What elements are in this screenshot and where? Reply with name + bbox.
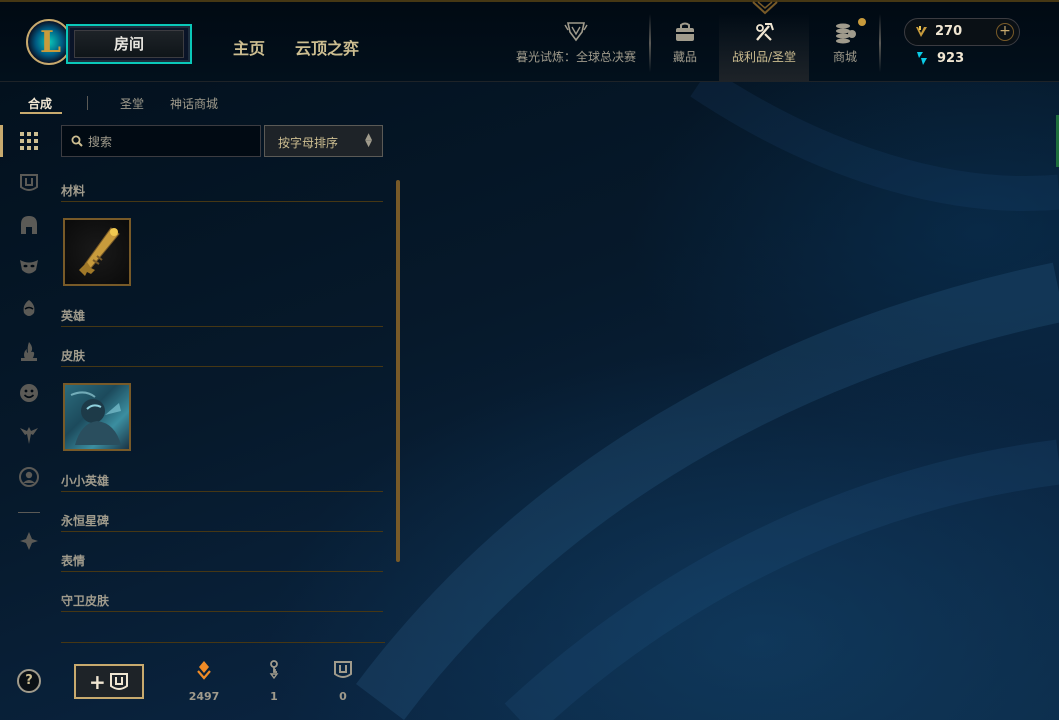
chest-icon <box>334 661 352 678</box>
key-fragment-amount: 1 <box>270 690 278 703</box>
category-little-legends: 小小英雄 <box>61 470 383 492</box>
loot-icon <box>756 23 774 41</box>
search-box <box>61 125 261 157</box>
search-input[interactable] <box>88 132 253 152</box>
active-tab-underline <box>20 112 62 114</box>
add-chest-button[interactable]: + <box>74 664 144 699</box>
add-rp-button[interactable]: + <box>996 23 1014 41</box>
notification-dot <box>858 18 866 26</box>
category-champions: 英雄 <box>61 305 383 327</box>
key-fragment-icon <box>269 660 279 680</box>
rail-active-indicator <box>0 125 3 157</box>
category-skins: 皮肤 <box>61 345 383 367</box>
blue-essence-icon <box>917 52 927 65</box>
be-amount: 923 <box>937 51 965 66</box>
active-chevron-icon <box>752 1 778 15</box>
category-label: 守卫皮肤 <box>61 594 110 608</box>
nav-loot[interactable]: 战利品/圣堂 <box>719 1 809 82</box>
nav-worlds-event[interactable]: 暮光试炼：全球总决赛 <box>512 14 640 82</box>
orange-essence-counter: 2497 <box>179 660 229 703</box>
emote-icon[interactable] <box>18 382 40 404</box>
category-label: 小小英雄 <box>61 474 110 488</box>
category-label: 表情 <box>61 554 86 568</box>
nav-collection[interactable]: 藏品 <box>660 14 710 82</box>
background-panel <box>0 82 1059 720</box>
profile-icon[interactable] <box>18 466 40 488</box>
play-button-label: 房间 <box>74 30 184 58</box>
sort-chevron-icon: ▲ ▼ <box>365 132 372 149</box>
eternals-flame-icon[interactable] <box>18 340 40 362</box>
backpack-icon <box>676 22 694 41</box>
chest-filter-icon[interactable] <box>18 172 40 194</box>
chest-icon <box>110 673 128 690</box>
top-bar: L 房间 主页 云顶之弈 暮光试炼：全球总决赛 藏品 战利品/圣堂 商城 270… <box>0 0 1059 82</box>
grid-all-icon[interactable] <box>18 130 40 152</box>
nav-loot-label: 战利品/圣堂 <box>731 50 797 64</box>
sort-value: 按字母排序 <box>278 136 339 150</box>
rp-amount: 270 <box>935 24 963 39</box>
rail-divider <box>18 512 40 513</box>
category-label: 永恒星碑 <box>61 514 110 528</box>
nav-tft[interactable]: 云顶之弈 <box>295 35 359 59</box>
hextech-key-icon <box>79 227 120 276</box>
coins-icon <box>836 23 856 44</box>
category-label: 材料 <box>61 184 86 198</box>
category-eternals: 永恒星碑 <box>61 510 383 532</box>
subnav-divider <box>87 96 88 110</box>
ward-icon[interactable] <box>18 424 40 446</box>
champion-helmet-icon[interactable] <box>18 214 40 236</box>
tab-crafting[interactable]: 合成 <box>28 95 52 112</box>
orange-essence-amount: 2497 <box>188 690 220 703</box>
nav-store[interactable]: 商城 <box>820 14 870 82</box>
category-label: 英雄 <box>61 309 86 323</box>
category-emotes: 表情 <box>61 550 383 572</box>
nav-divider <box>649 14 651 72</box>
key-fragment-counter: 1 <box>249 660 299 703</box>
skin-portrait-icon <box>70 391 121 445</box>
trophy-icon <box>564 22 588 42</box>
misc-loot-icon[interactable] <box>18 530 40 552</box>
play-button[interactable]: 房间 <box>66 24 192 64</box>
tab-mythic-shop[interactable]: 神话商城 <box>170 95 218 112</box>
loot-scrollbar[interactable] <box>396 180 400 562</box>
chest-amount: 0 <box>339 690 347 703</box>
nav-divider <box>879 14 881 72</box>
category-materials: 材料 <box>61 180 383 202</box>
tab-sanctum[interactable]: 圣堂 <box>120 95 144 112</box>
sort-dropdown[interactable]: 按字母排序 ▲ ▼ <box>264 125 383 157</box>
nav-store-label: 商城 <box>832 50 857 64</box>
loot-item-key[interactable] <box>63 218 131 286</box>
category-label: 皮肤 <box>61 349 86 363</box>
nav-worlds-label: 暮光试炼：全球总决赛 <box>515 50 636 64</box>
little-legend-icon[interactable] <box>18 298 40 320</box>
skin-mask-icon[interactable] <box>18 256 40 278</box>
add-label: + <box>89 670 106 694</box>
search-icon <box>71 135 83 147</box>
bottom-divider <box>61 642 385 643</box>
riot-points-icon <box>916 26 927 37</box>
category-ward-skins: 守卫皮肤 <box>61 590 383 612</box>
nav-home[interactable]: 主页 <box>233 35 265 59</box>
loot-item-skin-shard[interactable] <box>63 383 131 451</box>
chest-counter: 0 <box>318 660 368 703</box>
orange-essence-icon <box>197 661 211 680</box>
rp-balance: 270 + <box>904 18 1020 46</box>
help-button[interactable]: ? <box>17 669 41 693</box>
nav-collection-label: 藏品 <box>672 50 697 64</box>
